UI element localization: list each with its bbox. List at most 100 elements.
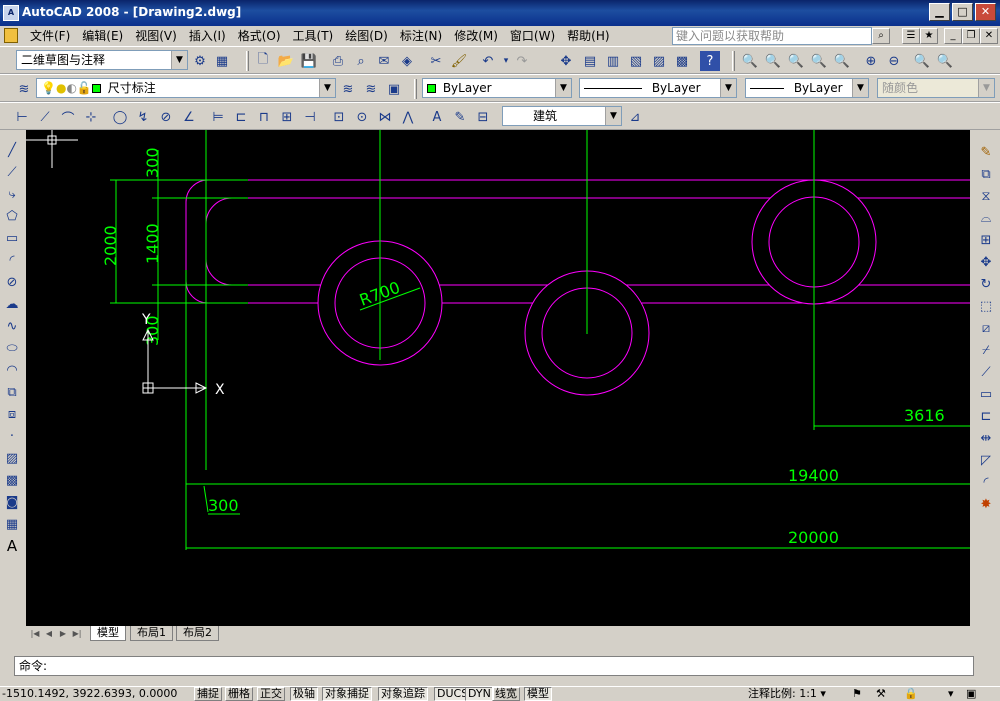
quick-dim-icon[interactable]: ⊨ (208, 107, 228, 127)
multiline-text-icon[interactable]: A (2, 536, 22, 556)
help-search-input[interactable]: 键入问题以获取帮助 (672, 27, 872, 45)
coordinates-readout[interactable]: -1510.1492, 3922.6393, 0.0000 (2, 687, 177, 700)
zoom-dynamic-icon[interactable]: 🔍 (809, 51, 829, 71)
plot-preview-icon[interactable]: ⌕ (351, 51, 371, 71)
workspace-select[interactable]: 二维草图与注释 ▼ (16, 50, 188, 70)
dim-break-icon[interactable]: ⊣ (300, 107, 320, 127)
fillet-icon[interactable]: ◜ (976, 472, 996, 492)
polygon-icon[interactable]: ⬠ (2, 206, 22, 226)
diameter-dim-icon[interactable]: ⊘ (156, 107, 176, 127)
close-button[interactable]: ✕ (975, 3, 996, 21)
join-icon[interactable]: ⇹ (976, 428, 996, 448)
undo-icon[interactable]: ↶ (478, 51, 498, 71)
menu-dimension[interactable]: 标注(N) (394, 28, 448, 44)
polar-toggle[interactable]: 极轴 (290, 687, 318, 701)
break-at-point-icon[interactable]: ▭ (976, 384, 996, 404)
explode-icon[interactable]: ✸ (976, 494, 996, 514)
linetype-select[interactable]: ByLayer ▼ (579, 78, 737, 98)
chamfer-icon[interactable]: ◸ (976, 450, 996, 470)
tab-layout2[interactable]: 布局2 (176, 626, 219, 641)
osnap-toggle[interactable]: 对象捕捉 (322, 687, 372, 701)
continue-dim-icon[interactable]: ⊓ (254, 107, 274, 127)
match-properties-icon[interactable]: 🖌 (449, 51, 469, 71)
first-tab-icon[interactable]: |◀ (30, 628, 40, 639)
move-icon[interactable]: ✥ (976, 252, 996, 272)
status-menu-icon[interactable]: ▾ (948, 687, 954, 700)
layer-select[interactable]: 💡●◐🔓 尺寸标注 ▼ (36, 78, 336, 98)
inspection-icon[interactable]: ⋈ (375, 107, 395, 127)
layer-previous-icon[interactable]: ≋ (361, 79, 381, 99)
dim-style-manager-icon[interactable]: ⊿ (625, 107, 645, 127)
snap-toggle[interactable]: 捕捉 (194, 687, 222, 701)
help-icon[interactable]: ? (700, 51, 720, 71)
aligned-dim-icon[interactable]: ⟋ (35, 107, 55, 127)
doc-close-button[interactable]: ✕ (980, 28, 998, 44)
dim-text-edit-icon[interactable]: ✎ (450, 107, 470, 127)
minimize-button[interactable]: ▁ (929, 3, 950, 21)
rectangle-icon[interactable]: ▭ (2, 228, 22, 248)
jogged-linear-icon[interactable]: ⋀ (398, 107, 418, 127)
layer-manager-icon[interactable]: ≋ (14, 79, 34, 99)
jogged-dim-icon[interactable]: ↯ (133, 107, 153, 127)
ellipse-icon[interactable]: ⬭ (2, 338, 22, 358)
baseline-dim-icon[interactable]: ⊏ (231, 107, 251, 127)
insert-block-icon[interactable]: ⧉ (2, 382, 22, 402)
menu-edit[interactable]: 编辑(E) (76, 28, 129, 44)
ordinate-dim-icon[interactable]: ⊹ (81, 107, 101, 127)
document-icon[interactable] (4, 28, 18, 43)
plot-icon[interactable]: ⎙ (328, 51, 348, 71)
dyn-toggle[interactable]: DYN (465, 687, 494, 701)
menu-insert[interactable]: 插入(I) (183, 28, 232, 44)
layer-states-icon[interactable]: ▣ (384, 79, 404, 99)
dim-update-icon[interactable]: ⊟ (473, 107, 493, 127)
doc-minimize-button[interactable]: _ (944, 28, 962, 44)
menu-draw[interactable]: 绘图(D) (339, 28, 394, 44)
revcloud-icon[interactable]: ☁ (2, 294, 22, 314)
region-icon[interactable]: ◙ (2, 492, 22, 512)
annotation-visibility-icon[interactable]: ⚑ (852, 687, 862, 700)
tab-layout1[interactable]: 布局1 (130, 626, 173, 641)
otrack-toggle[interactable]: 对象追踪 (378, 687, 428, 701)
trim-icon[interactable]: ⌿ (976, 340, 996, 360)
spline-icon[interactable]: ∿ (2, 316, 22, 336)
search-icon[interactable]: ⌕ (872, 28, 890, 44)
save-workspace-icon[interactable]: ▦ (212, 51, 232, 71)
array-icon[interactable]: ⊞ (976, 230, 996, 250)
calculator-icon[interactable]: ▩ (672, 51, 692, 71)
arc-length-icon[interactable]: ⌒ (58, 107, 78, 127)
dimstyle-select[interactable]: 建筑 ▼ (502, 106, 622, 126)
redo-icon[interactable]: ↷ (512, 51, 532, 71)
toolbar-lock-icon[interactable]: 🔒 (904, 687, 918, 700)
tolerance-icon[interactable]: ⊡ (329, 107, 349, 127)
make-current-layer-icon[interactable]: ≋ (338, 79, 358, 99)
plotstyle-select[interactable]: 随颜色 ▼ (877, 78, 995, 98)
scale-icon[interactable]: ⬚ (976, 296, 996, 316)
point-icon[interactable]: · (2, 426, 22, 446)
menu-tools[interactable]: 工具(T) (287, 28, 340, 44)
mirror-icon[interactable]: ⧖ (976, 186, 996, 206)
design-center-icon[interactable]: ▥ (603, 51, 623, 71)
toolbar-grip[interactable] (246, 51, 249, 71)
lineweight-select[interactable]: ByLayer ▼ (745, 78, 869, 98)
open-file-icon[interactable]: 📂 (276, 51, 296, 71)
toolbar-grip[interactable] (414, 79, 417, 99)
clean-screen-icon[interactable]: ▣ (966, 687, 976, 700)
3d-dwf-icon[interactable]: ◈ (397, 51, 417, 71)
next-tab-icon[interactable]: ▶ (58, 628, 68, 639)
color-select[interactable]: ByLayer ▼ (422, 78, 572, 98)
erase-icon[interactable]: ✎ (976, 142, 996, 162)
break-icon[interactable]: ⊏ (976, 406, 996, 426)
radius-dim-icon[interactable]: ◯ (110, 107, 130, 127)
command-line[interactable]: 命令: (14, 656, 974, 676)
drawing-canvas[interactable]: 300 1400 2000 300 R700 3616 19400 300 20… (26, 130, 970, 626)
last-tab-icon[interactable]: ▶| (72, 628, 82, 639)
zoom-scale-icon[interactable]: 🔍 (832, 51, 852, 71)
extend-icon[interactable]: ⟋ (976, 362, 996, 382)
polyline-icon[interactable]: ⤷ (2, 184, 22, 204)
favorites-icon[interactable]: ★ (920, 28, 938, 44)
menu-format[interactable]: 格式(O) (232, 28, 287, 44)
menu-view[interactable]: 视图(V) (129, 28, 183, 44)
communication-center-icon[interactable]: ☰ (902, 28, 920, 44)
doc-restore-button[interactable]: ❐ (962, 28, 980, 44)
zoom-realtime-icon[interactable]: 🔍 (740, 51, 760, 71)
